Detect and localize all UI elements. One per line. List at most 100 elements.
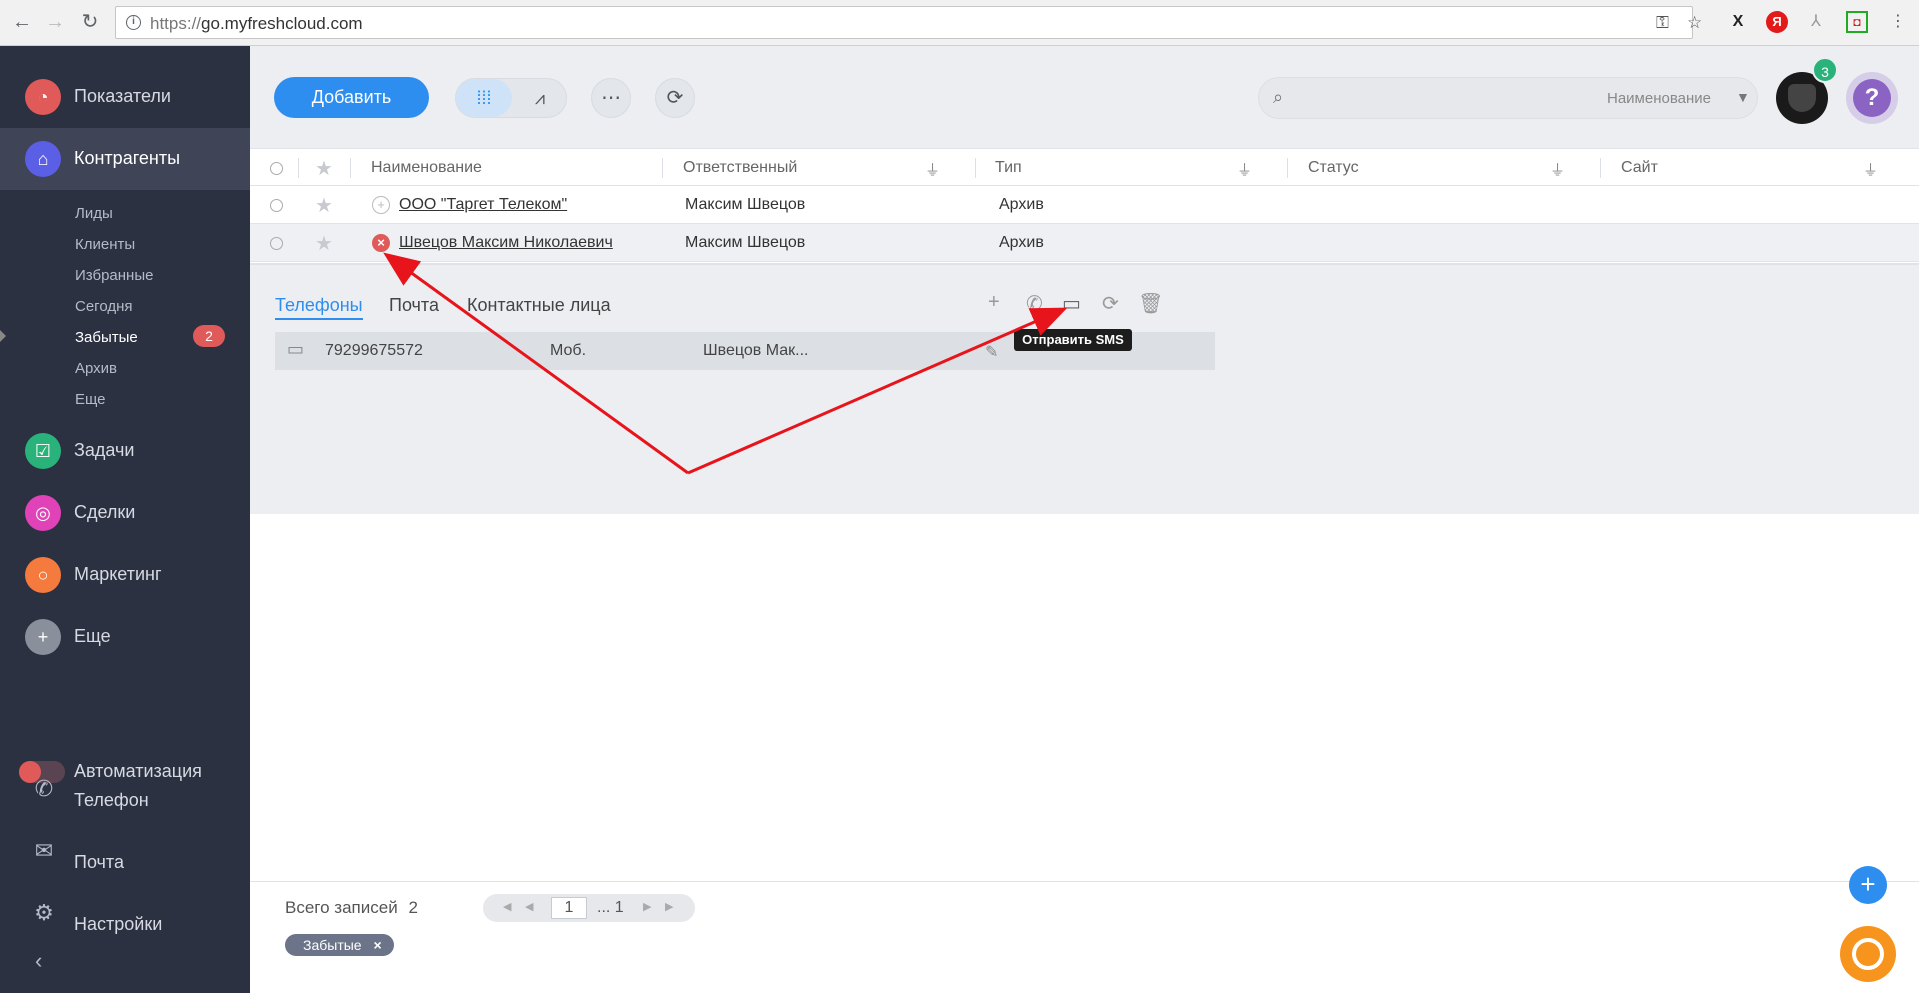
sidebar-item-more[interactable]: + Еще [0,609,250,665]
sidebar-item-marketing[interactable]: ○ Маркетинг [0,547,250,603]
sidebar-item-settings[interactable]: Настройки [0,886,250,942]
main-toolbar: Добавить ⁞⁞⁞ ⩘ ⋯ ⟳ ⌕ Наименование ▼ 3 ? [250,46,1919,148]
sidebar-item-phone[interactable]: Телефон [0,762,250,818]
sidebar-subitem-leads[interactable]: Лиды [75,205,113,222]
table-header: ★ Наименование Ответственный ⏚ Тип ⏚ Ста… [250,148,1919,186]
current-page-input[interactable]: 1 [551,897,587,919]
trash-icon[interactable]: 🗑 [1138,291,1163,316]
filter-icon[interactable]: ⏚ [1237,159,1252,180]
column-header-responsible[interactable]: Ответственный [683,159,797,177]
search-icon: ⌕ [1273,87,1284,107]
close-circle-icon[interactable]: × [372,234,390,252]
target-icon: ◎ [25,495,61,531]
phone-icon[interactable]: ✆ [1026,291,1043,316]
column-header-site[interactable]: Сайт [1621,159,1658,177]
browser-toolbar: ← → ↻ i https://go.myfreshcloud.com ⚿ ☆ … [0,0,1919,46]
sidebar: ◔ Показатели ⌂ Контрагенты Лиды Клиенты … [0,46,250,993]
sidebar-subitem-archive[interactable]: Архив [75,360,117,377]
sidebar-item-mail[interactable]: Почта [0,824,250,880]
key-icon[interactable]: ⚿ [1656,13,1669,33]
table-row[interactable]: ★ × Швецов Максим Николаевич Максим Швец… [250,224,1919,262]
bookmark-star-icon[interactable]: ☆ [1687,13,1702,33]
collapse-chevron-icon[interactable]: ‹ [35,948,42,974]
chat-widget-button[interactable] [1840,926,1896,982]
tab-phones[interactable]: Телефоны [275,295,363,320]
menu-dots-icon[interactable]: ⋮ [1887,11,1909,33]
message-icon: ▭ [287,339,305,359]
row-type: Архив [999,234,1044,251]
phone-contact: Швецов Мак... [703,342,809,359]
filter-icon[interactable]: ⏚ [925,159,940,180]
sidebar-item-label: Еще [74,626,111,646]
sms-icon[interactable]: ▭ [1062,291,1081,316]
sidebar-item-label: Настройки [74,914,163,934]
tab-contact-persons[interactable]: Контактные лица [467,295,611,316]
next-page-icon[interactable]: ▶ [643,900,651,913]
forgotten-count-badge: 2 [193,325,225,347]
last-page-label: ... 1 [597,899,624,916]
plus-circle-icon[interactable]: + [372,196,390,214]
favorite-star-icon[interactable]: ★ [315,231,333,256]
forward-icon[interactable]: → [43,10,67,34]
reload-icon[interactable]: ↻ [78,10,102,34]
pdf-extension-icon[interactable]: ⅄ [1805,11,1827,33]
sidebar-item-counterparties[interactable]: ⌂ Контрагенты [0,128,250,190]
filter-chip[interactable]: Забытые × [285,934,394,956]
refresh-icon[interactable]: ⟳ [1102,291,1119,316]
last-page-icon[interactable]: ▶ [665,900,673,913]
column-header-type[interactable]: Тип [995,159,1022,177]
url-text: https://go.myfreshcloud.com [150,14,363,33]
sidebar-subitem-clients[interactable]: Клиенты [75,236,135,253]
dashboard-icon: ◔ [25,79,61,115]
phone-number: 79299675572 [325,342,423,359]
address-bar[interactable]: i https://go.myfreshcloud.com ⚿ ☆ [115,6,1702,39]
add-button[interactable]: Добавить [274,77,429,118]
chevron-down-icon[interactable]: ▼ [1736,89,1750,105]
filter-chip-label: Забытые [303,937,362,953]
filter-icon[interactable]: ⏚ [1863,159,1878,180]
sidebar-item-label: Задачи [74,440,135,460]
add-icon[interactable]: + [988,291,1000,314]
row-checkbox[interactable] [270,199,283,212]
filter-icon[interactable]: ⏚ [1550,159,1565,180]
column-header-name[interactable]: Наименование [371,159,482,177]
row-checkbox[interactable] [270,237,283,250]
sidebar-item-label: Почта [74,852,124,872]
help-button[interactable]: ? [1846,72,1898,124]
search-field-selector[interactable]: Наименование [1607,90,1711,107]
sidebar-item-deals[interactable]: ◎ Сделки [0,485,250,541]
extension-x-icon[interactable]: X [1727,11,1749,33]
grid-view-icon[interactable]: ⁞⁞⁞ [456,79,512,117]
row-name-link[interactable]: Швецов Максим Николаевич [399,234,613,252]
sidebar-item-indicators[interactable]: ◔ Показатели [0,69,250,125]
select-all-checkbox[interactable] [270,162,283,175]
circle-icon: ○ [25,557,61,593]
more-options-icon[interactable]: ⋯ [591,78,631,118]
sidebar-subitem-today[interactable]: Сегодня [75,298,133,315]
yandex-extension-icon[interactable]: Я [1766,11,1788,33]
back-icon[interactable]: ← [10,10,34,34]
phone-kind: Моб. [550,342,587,359]
table-footer: Всего записей 2 ◀ ◀ 1 ... 1 ▶ ▶ Забытые … [250,881,1919,993]
prev-page-icon[interactable]: ◀ [525,900,533,913]
sidebar-subitem-forgotten[interactable]: Забытые [75,329,138,346]
tab-mail[interactable]: Почта [389,295,439,316]
close-icon[interactable]: × [373,937,381,953]
checkbox-icon: ☑ [25,433,61,469]
sidebar-subitem-more[interactable]: Еще [75,391,106,408]
search-box[interactable]: ⌕ Наименование ▼ [1258,77,1758,119]
table-row[interactable]: ★ + ООО "Таргет Телеком" Максим Швецов А… [250,186,1919,224]
refresh-icon[interactable]: ⟳ [655,78,695,118]
sidebar-subitem-favorites[interactable]: Избранные [75,267,153,284]
info-icon[interactable]: i [126,15,141,30]
pocket-extension-icon[interactable]: ◘ [1846,11,1868,33]
chart-view-icon[interactable]: ⩘ [512,79,568,117]
edit-pencil-icon[interactable]: ✎ [985,342,998,362]
floating-add-button[interactable]: + [1849,866,1887,904]
row-name-link[interactable]: ООО "Таргет Телеком" [399,196,567,214]
first-page-icon[interactable]: ◀ [503,900,511,913]
column-header-status[interactable]: Статус [1308,159,1359,177]
star-header-icon: ★ [315,158,333,180]
favorite-star-icon[interactable]: ★ [315,193,333,218]
sidebar-item-tasks[interactable]: ☑ Задачи [0,423,250,479]
